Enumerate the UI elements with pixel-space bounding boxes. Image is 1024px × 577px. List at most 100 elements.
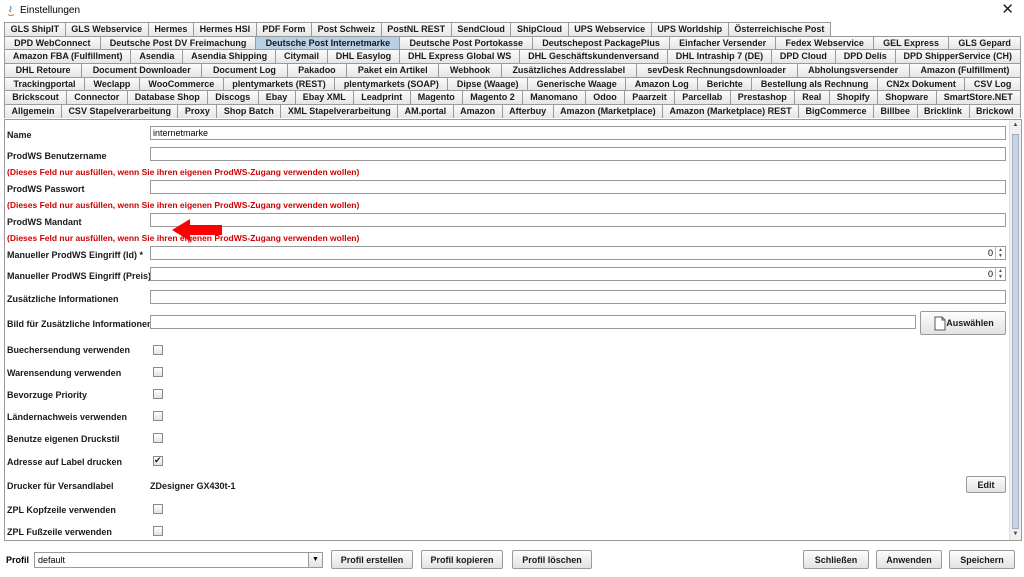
tab-dhl-express-global-ws[interactable]: DHL Express Global WS — [399, 49, 521, 64]
tab-dhl-geschäftskundenversand[interactable]: DHL Geschäftskundenversand — [519, 49, 668, 64]
tab-amazon-fba-fulfillment[interactable]: Amazon FBA (Fulfillment) — [4, 49, 132, 64]
tab-brickowl[interactable]: Brickowl — [968, 104, 1021, 118]
scroll-up-icon[interactable]: ▲ — [1010, 120, 1021, 131]
tab-real[interactable]: Real — [794, 90, 830, 105]
manual-price-spinner[interactable]: 0 ▲ ▼ — [150, 267, 1006, 281]
tab-dpd-shipperservice-ch[interactable]: DPD ShipperService (CH) — [894, 49, 1021, 64]
tab-amazon-log[interactable]: Amazon Log — [625, 76, 699, 91]
tab-shopify[interactable]: Shopify — [828, 90, 879, 105]
tab-am-portal[interactable]: AM.portal — [397, 104, 454, 118]
tab-csv-stapelverarbeitung[interactable]: CSV Stapelverarbeitung — [60, 104, 179, 118]
tab-plentymarkets-soap[interactable]: plentymarkets (SOAP) — [334, 76, 449, 91]
tab-bestellung-als-rechnung[interactable]: Bestellung als Rechnung — [751, 76, 878, 91]
tab-shop-batch[interactable]: Shop Batch — [216, 104, 282, 118]
tab-gls-gepard[interactable]: GLS Gepard — [948, 35, 1022, 50]
tab-dpd-cloud[interactable]: DPD Cloud — [771, 49, 836, 64]
tab-dpd-webconnect[interactable]: DPD WebConnect — [4, 35, 101, 50]
tab-brickscout[interactable]: Brickscout — [4, 90, 68, 105]
tab-asendia-shipping[interactable]: Asendia Shipping — [182, 49, 277, 64]
scroll-down-icon[interactable]: ▼ — [1010, 529, 1021, 540]
delete-profile-button[interactable]: Profil löschen — [512, 550, 592, 569]
spinner-down-icon[interactable]: ▼ — [996, 274, 1005, 280]
zpl-fuss-checkbox[interactable] — [153, 526, 163, 536]
tab-dhl-retoure[interactable]: DHL Retoure — [4, 63, 83, 77]
buecher-checkbox[interactable] — [153, 345, 163, 355]
tab-magento[interactable]: Magento — [409, 90, 463, 105]
tab-ups-worldship[interactable]: UPS Worldship — [650, 22, 729, 36]
tab-xml-stapelverarbeitung[interactable]: XML Stapelverarbeitung — [280, 104, 399, 118]
priority-checkbox[interactable] — [153, 389, 163, 399]
choose-file-button[interactable]: Auswählen — [920, 311, 1006, 335]
tab-gls-shipit[interactable]: GLS ShipIT — [4, 22, 66, 36]
tab-sevdesk-rechnungsdownloader[interactable]: sevDesk Rechnungsdownloader — [635, 63, 798, 77]
tab-citymail[interactable]: Citymail — [275, 49, 328, 64]
tab-dhl-intraship-7-de[interactable]: DHL Intraship 7 (DE) — [666, 49, 773, 64]
tab-sendcloud[interactable]: SendCloud — [450, 22, 512, 36]
spinner-down-icon[interactable]: ▼ — [996, 253, 1005, 259]
tab-allgemein[interactable]: Allgemein — [4, 104, 62, 118]
manual-id-stepper[interactable]: ▲ ▼ — [995, 247, 1005, 259]
tab-shipcloud[interactable]: ShipCloud — [510, 22, 569, 36]
prodws-user-field[interactable] — [150, 147, 1006, 161]
manual-id-spinner[interactable]: 0 ▲ ▼ — [150, 246, 1006, 260]
laender-checkbox[interactable] — [153, 411, 163, 421]
chevron-down-icon[interactable]: ▼ — [308, 553, 322, 567]
image-field[interactable] — [150, 315, 916, 329]
tab-bigcommerce[interactable]: BigCommerce — [798, 104, 875, 118]
name-field[interactable]: internetmarke — [150, 126, 1006, 140]
tab-hermes-hsi[interactable]: Hermes HSI — [193, 22, 257, 36]
tab-deutsche-post-internetmarke[interactable]: Deutsche Post Internetmarke — [255, 35, 401, 50]
tab-prestashop[interactable]: Prestashop — [729, 90, 796, 105]
tab-post-schweiz[interactable]: Post Schweiz — [310, 22, 382, 36]
tab-asendia[interactable]: Asendia — [130, 49, 184, 64]
tab-dpd-delis[interactable]: DPD Delis — [834, 49, 896, 64]
tab-woocommerce[interactable]: WooCommerce — [138, 76, 224, 91]
copy-profile-button[interactable]: Profil kopieren — [421, 550, 503, 569]
tab-amazon-fulfillment[interactable]: Amazon (Fulfillment) — [908, 63, 1022, 77]
zpl-kopf-checkbox[interactable] — [153, 504, 163, 514]
tab-paarzeit[interactable]: Paarzeit — [623, 90, 675, 105]
tab-gls-webservice[interactable]: GLS Webservice — [64, 22, 149, 36]
panel-scrollbar[interactable]: ▲ ▼ — [1009, 120, 1021, 540]
tab-discogs[interactable]: Discogs — [207, 90, 259, 105]
tab-smartstore-net[interactable]: SmartStore.NET — [935, 90, 1022, 105]
tab-document-log[interactable]: Document Log — [201, 63, 288, 77]
tab-odoo[interactable]: Odoo — [585, 90, 625, 105]
tab-dipse-waage[interactable]: Dipse (Waage) — [447, 76, 529, 91]
tab-amazon-marketplace-rest[interactable]: Amazon (Marketplace) REST — [662, 104, 800, 118]
tab-leadprint[interactable]: Leadprint — [353, 90, 411, 105]
tab-dhl-easylog[interactable]: DHL Easylog — [326, 49, 401, 64]
tab-zusätzliches-addresslabel[interactable]: Zusätzliches Addresslabel — [500, 63, 637, 77]
tab-pdf-form[interactable]: PDF Form — [255, 22, 312, 36]
create-profile-button[interactable]: Profil erstellen — [331, 550, 413, 569]
tab-postnl-rest[interactable]: PostNL REST — [380, 22, 452, 36]
tab-berichte[interactable]: Berichte — [697, 76, 753, 91]
tab-ebay-xml[interactable]: Ebay XML — [294, 90, 355, 105]
tab-pakadoo[interactable]: Pakadoo — [286, 63, 348, 77]
tab-webhook[interactable]: Webhook — [438, 63, 502, 77]
tab-csv-log[interactable]: CSV Log — [964, 76, 1021, 91]
tab-österreichische-post[interactable]: Österreichische Post — [727, 22, 832, 36]
tab-plentymarkets-rest[interactable]: plentymarkets (REST) — [222, 76, 336, 91]
close-button[interactable]: Schließen — [803, 550, 869, 569]
tab-hermes[interactable]: Hermes — [147, 22, 195, 36]
tab-abholungsversender[interactable]: Abholungsversender — [796, 63, 910, 77]
tab-document-downloader[interactable]: Document Downloader — [81, 63, 203, 77]
tab-proxy[interactable]: Proxy — [177, 104, 218, 118]
tab-manomano[interactable]: Manomano — [522, 90, 586, 105]
tab-bricklink[interactable]: Bricklink — [916, 104, 970, 118]
tab-magento-2[interactable]: Magento 2 — [462, 90, 523, 105]
prodws-mandant-field[interactable] — [150, 213, 1006, 227]
tab-cn2x-dokument[interactable]: CN2x Dokument — [876, 76, 966, 91]
tab-afterbuy[interactable]: Afterbuy — [501, 104, 554, 118]
tab-deutsche-post-dv-freimachung[interactable]: Deutsche Post DV Freimachung — [99, 35, 257, 50]
tab-generische-waage[interactable]: Generische Waage — [527, 76, 627, 91]
tab-fedex-webservice[interactable]: Fedex Webservice — [775, 35, 875, 50]
scroll-thumb[interactable] — [1012, 134, 1019, 529]
prodws-password-field[interactable] — [150, 180, 1006, 194]
waren-checkbox[interactable] — [153, 367, 163, 377]
tab-einfacher-versender[interactable]: Einfacher Versender — [669, 35, 777, 50]
tab-deutsche-post-portokasse[interactable]: Deutsche Post Portokasse — [399, 35, 534, 50]
save-button[interactable]: Speichern — [949, 550, 1015, 569]
tab-amazon[interactable]: Amazon — [452, 104, 503, 118]
